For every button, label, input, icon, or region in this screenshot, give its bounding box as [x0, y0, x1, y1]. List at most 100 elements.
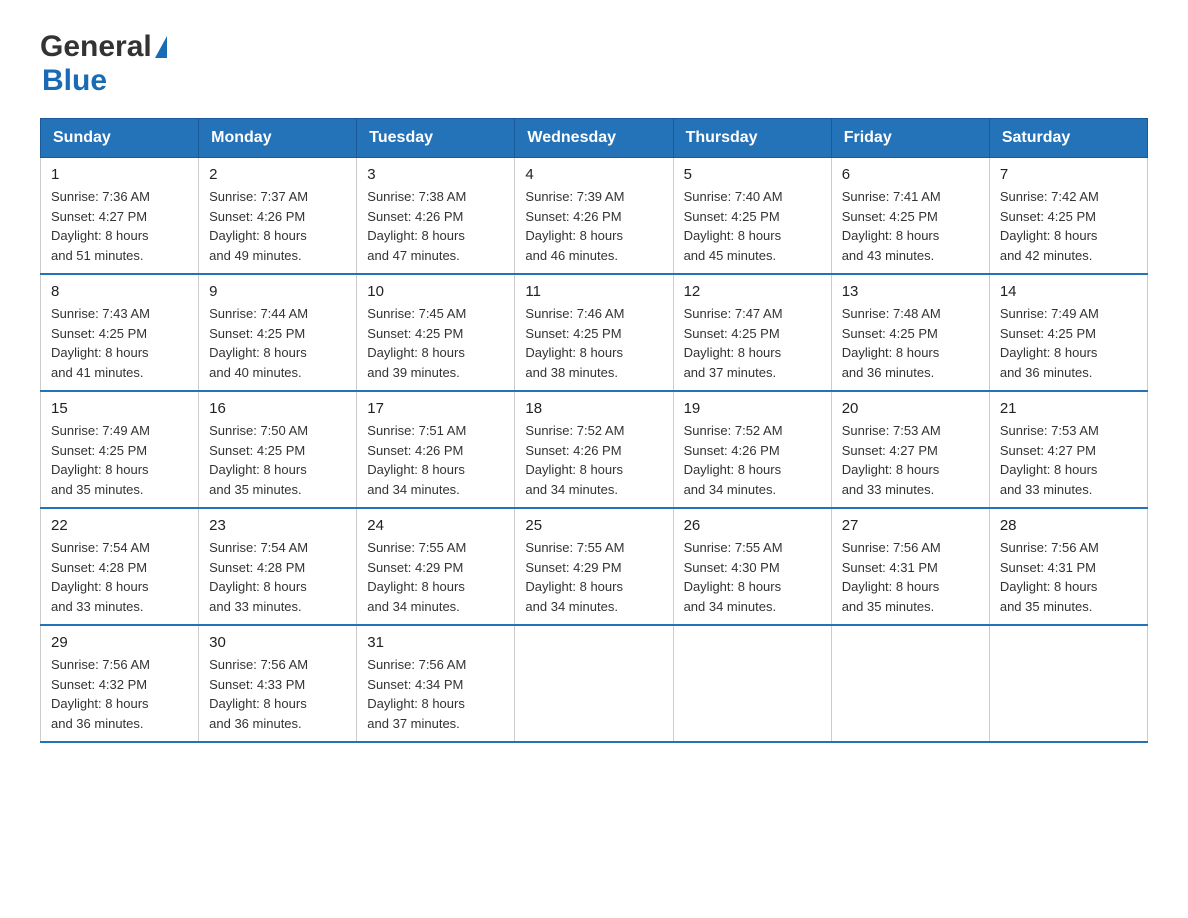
- calendar-cell: [515, 625, 673, 742]
- calendar-cell: 29 Sunrise: 7:56 AM Sunset: 4:32 PM Dayl…: [41, 625, 199, 742]
- day-info: Sunrise: 7:48 AM Sunset: 4:25 PM Dayligh…: [842, 304, 979, 382]
- day-info: Sunrise: 7:54 AM Sunset: 4:28 PM Dayligh…: [209, 538, 346, 616]
- day-info: Sunrise: 7:55 AM Sunset: 4:29 PM Dayligh…: [525, 538, 662, 616]
- calendar-cell: [989, 625, 1147, 742]
- calendar-cell: 27 Sunrise: 7:56 AM Sunset: 4:31 PM Dayl…: [831, 508, 989, 625]
- calendar-cell: 18 Sunrise: 7:52 AM Sunset: 4:26 PM Dayl…: [515, 391, 673, 508]
- day-info: Sunrise: 7:37 AM Sunset: 4:26 PM Dayligh…: [209, 187, 346, 265]
- day-number: 25: [525, 517, 662, 534]
- day-info: Sunrise: 7:53 AM Sunset: 4:27 PM Dayligh…: [1000, 421, 1137, 499]
- day-number: 9: [209, 283, 346, 300]
- day-info: Sunrise: 7:52 AM Sunset: 4:26 PM Dayligh…: [525, 421, 662, 499]
- day-number: 21: [1000, 400, 1137, 417]
- day-number: 1: [51, 166, 188, 183]
- day-info: Sunrise: 7:38 AM Sunset: 4:26 PM Dayligh…: [367, 187, 504, 265]
- calendar-header-row: SundayMondayTuesdayWednesdayThursdayFrid…: [41, 119, 1148, 158]
- day-info: Sunrise: 7:56 AM Sunset: 4:32 PM Dayligh…: [51, 655, 188, 733]
- calendar-cell: 4 Sunrise: 7:39 AM Sunset: 4:26 PM Dayli…: [515, 158, 673, 275]
- calendar-cell: 20 Sunrise: 7:53 AM Sunset: 4:27 PM Dayl…: [831, 391, 989, 508]
- day-number: 3: [367, 166, 504, 183]
- day-number: 5: [684, 166, 821, 183]
- day-number: 23: [209, 517, 346, 534]
- week-row-1: 1 Sunrise: 7:36 AM Sunset: 4:27 PM Dayli…: [41, 158, 1148, 275]
- calendar-cell: 6 Sunrise: 7:41 AM Sunset: 4:25 PM Dayli…: [831, 158, 989, 275]
- weekday-header-tuesday: Tuesday: [357, 119, 515, 158]
- day-info: Sunrise: 7:51 AM Sunset: 4:26 PM Dayligh…: [367, 421, 504, 499]
- calendar-cell: 9 Sunrise: 7:44 AM Sunset: 4:25 PM Dayli…: [199, 274, 357, 391]
- day-number: 15: [51, 400, 188, 417]
- day-number: 16: [209, 400, 346, 417]
- day-info: Sunrise: 7:39 AM Sunset: 4:26 PM Dayligh…: [525, 187, 662, 265]
- day-info: Sunrise: 7:56 AM Sunset: 4:31 PM Dayligh…: [842, 538, 979, 616]
- day-info: Sunrise: 7:56 AM Sunset: 4:33 PM Dayligh…: [209, 655, 346, 733]
- day-info: Sunrise: 7:56 AM Sunset: 4:34 PM Dayligh…: [367, 655, 504, 733]
- day-info: Sunrise: 7:36 AM Sunset: 4:27 PM Dayligh…: [51, 187, 188, 265]
- day-info: Sunrise: 7:56 AM Sunset: 4:31 PM Dayligh…: [1000, 538, 1137, 616]
- calendar-cell: 19 Sunrise: 7:52 AM Sunset: 4:26 PM Dayl…: [673, 391, 831, 508]
- logo: General Blue: [40, 30, 169, 98]
- calendar-cell: 11 Sunrise: 7:46 AM Sunset: 4:25 PM Dayl…: [515, 274, 673, 391]
- logo-blue: Blue: [42, 64, 107, 97]
- day-number: 14: [1000, 283, 1137, 300]
- weekday-header-monday: Monday: [199, 119, 357, 158]
- calendar-cell: 26 Sunrise: 7:55 AM Sunset: 4:30 PM Dayl…: [673, 508, 831, 625]
- calendar-cell: 17 Sunrise: 7:51 AM Sunset: 4:26 PM Dayl…: [357, 391, 515, 508]
- day-info: Sunrise: 7:40 AM Sunset: 4:25 PM Dayligh…: [684, 187, 821, 265]
- calendar-cell: 2 Sunrise: 7:37 AM Sunset: 4:26 PM Dayli…: [199, 158, 357, 275]
- weekday-header-thursday: Thursday: [673, 119, 831, 158]
- day-number: 10: [367, 283, 504, 300]
- day-number: 20: [842, 400, 979, 417]
- day-info: Sunrise: 7:41 AM Sunset: 4:25 PM Dayligh…: [842, 187, 979, 265]
- calendar-cell: 31 Sunrise: 7:56 AM Sunset: 4:34 PM Dayl…: [357, 625, 515, 742]
- day-info: Sunrise: 7:49 AM Sunset: 4:25 PM Dayligh…: [51, 421, 188, 499]
- week-row-3: 15 Sunrise: 7:49 AM Sunset: 4:25 PM Dayl…: [41, 391, 1148, 508]
- logo-blue-row: Blue: [40, 64, 169, 98]
- page-header: General Blue: [40, 30, 1148, 98]
- calendar-cell: 30 Sunrise: 7:56 AM Sunset: 4:33 PM Dayl…: [199, 625, 357, 742]
- day-info: Sunrise: 7:42 AM Sunset: 4:25 PM Dayligh…: [1000, 187, 1137, 265]
- calendar-cell: 23 Sunrise: 7:54 AM Sunset: 4:28 PM Dayl…: [199, 508, 357, 625]
- day-info: Sunrise: 7:46 AM Sunset: 4:25 PM Dayligh…: [525, 304, 662, 382]
- week-row-4: 22 Sunrise: 7:54 AM Sunset: 4:28 PM Dayl…: [41, 508, 1148, 625]
- calendar-cell: 8 Sunrise: 7:43 AM Sunset: 4:25 PM Dayli…: [41, 274, 199, 391]
- weekday-header-wednesday: Wednesday: [515, 119, 673, 158]
- calendar-cell: 5 Sunrise: 7:40 AM Sunset: 4:25 PM Dayli…: [673, 158, 831, 275]
- calendar-cell: 7 Sunrise: 7:42 AM Sunset: 4:25 PM Dayli…: [989, 158, 1147, 275]
- day-info: Sunrise: 7:55 AM Sunset: 4:29 PM Dayligh…: [367, 538, 504, 616]
- calendar-cell: [673, 625, 831, 742]
- weekday-header-saturday: Saturday: [989, 119, 1147, 158]
- day-number: 8: [51, 283, 188, 300]
- day-number: 29: [51, 634, 188, 651]
- day-info: Sunrise: 7:55 AM Sunset: 4:30 PM Dayligh…: [684, 538, 821, 616]
- day-number: 18: [525, 400, 662, 417]
- calendar-table: SundayMondayTuesdayWednesdayThursdayFrid…: [40, 118, 1148, 743]
- day-number: 12: [684, 283, 821, 300]
- calendar-cell: 13 Sunrise: 7:48 AM Sunset: 4:25 PM Dayl…: [831, 274, 989, 391]
- calendar-cell: 28 Sunrise: 7:56 AM Sunset: 4:31 PM Dayl…: [989, 508, 1147, 625]
- calendar-cell: 22 Sunrise: 7:54 AM Sunset: 4:28 PM Dayl…: [41, 508, 199, 625]
- day-info: Sunrise: 7:44 AM Sunset: 4:25 PM Dayligh…: [209, 304, 346, 382]
- day-number: 30: [209, 634, 346, 651]
- calendar-cell: 16 Sunrise: 7:50 AM Sunset: 4:25 PM Dayl…: [199, 391, 357, 508]
- day-number: 11: [525, 283, 662, 300]
- day-number: 6: [842, 166, 979, 183]
- day-number: 31: [367, 634, 504, 651]
- calendar-cell: 1 Sunrise: 7:36 AM Sunset: 4:27 PM Dayli…: [41, 158, 199, 275]
- calendar-cell: 15 Sunrise: 7:49 AM Sunset: 4:25 PM Dayl…: [41, 391, 199, 508]
- day-info: Sunrise: 7:45 AM Sunset: 4:25 PM Dayligh…: [367, 304, 504, 382]
- day-info: Sunrise: 7:49 AM Sunset: 4:25 PM Dayligh…: [1000, 304, 1137, 382]
- day-info: Sunrise: 7:53 AM Sunset: 4:27 PM Dayligh…: [842, 421, 979, 499]
- logo-container: General: [40, 30, 169, 64]
- calendar-cell: 24 Sunrise: 7:55 AM Sunset: 4:29 PM Dayl…: [357, 508, 515, 625]
- week-row-2: 8 Sunrise: 7:43 AM Sunset: 4:25 PM Dayli…: [41, 274, 1148, 391]
- day-info: Sunrise: 7:43 AM Sunset: 4:25 PM Dayligh…: [51, 304, 188, 382]
- day-number: 2: [209, 166, 346, 183]
- calendar-cell: 10 Sunrise: 7:45 AM Sunset: 4:25 PM Dayl…: [357, 274, 515, 391]
- calendar-cell: [831, 625, 989, 742]
- day-number: 17: [367, 400, 504, 417]
- day-number: 19: [684, 400, 821, 417]
- weekday-header-sunday: Sunday: [41, 119, 199, 158]
- day-number: 4: [525, 166, 662, 183]
- day-info: Sunrise: 7:47 AM Sunset: 4:25 PM Dayligh…: [684, 304, 821, 382]
- week-row-5: 29 Sunrise: 7:56 AM Sunset: 4:32 PM Dayl…: [41, 625, 1148, 742]
